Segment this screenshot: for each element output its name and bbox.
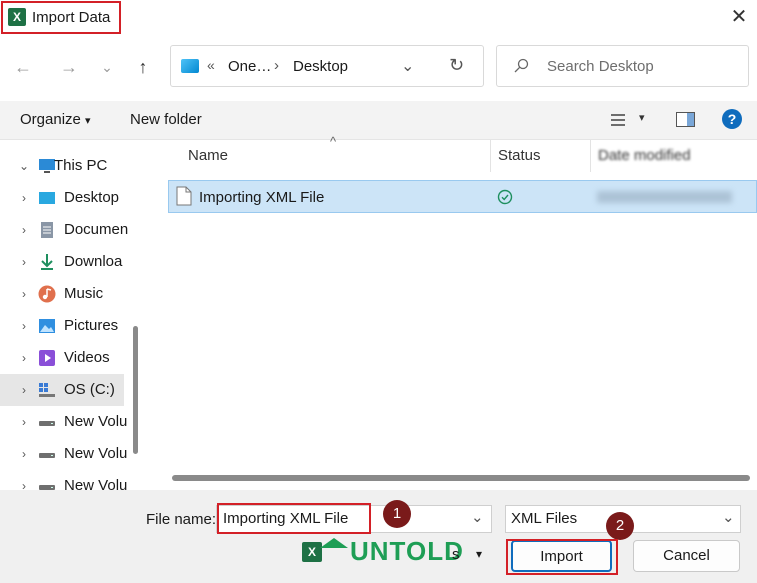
drive-icon (39, 421, 55, 426)
address-separator: › (274, 57, 279, 74)
step-badge-1: 1 (383, 500, 411, 528)
expand-chevron-icon[interactable]: › (18, 318, 30, 334)
expand-chevron-icon[interactable]: › (18, 446, 30, 462)
watermark-text: UNTOLD (350, 536, 464, 566)
recent-locations-button[interactable]: ⌄ (94, 54, 120, 80)
excel-logo-icon: X (302, 542, 322, 562)
column-header-status[interactable]: Status (498, 147, 541, 165)
download-icon (41, 254, 53, 270)
os-drive-icon (39, 383, 55, 397)
documents-icon (41, 222, 53, 238)
close-button[interactable]: ✕ (724, 4, 754, 30)
drive-icon (39, 453, 55, 458)
sidebar-item-os-c[interactable]: › OS (C:) (0, 374, 124, 406)
sidebar-item-new-volume-3[interactable]: › New Volu (0, 470, 140, 490)
sidebar-item-label: Downloa (64, 253, 123, 270)
drive-icon (39, 485, 55, 490)
expand-chevron-icon[interactable]: › (18, 382, 30, 398)
sidebar-item-label: New Volu (64, 477, 128, 490)
sidebar-item-new-volume-2[interactable]: › New Volu (0, 438, 140, 470)
videos-icon (39, 350, 55, 366)
sidebar-item-downloads[interactable]: › Downloa (0, 246, 140, 278)
organize-caret-icon: ▾ (85, 115, 91, 127)
synced-check-icon (497, 189, 513, 205)
expand-chevron-icon[interactable]: › (18, 190, 30, 206)
address-segment-onedrive[interactable]: One… (228, 58, 271, 75)
desktop-icon (39, 192, 55, 204)
address-overflow[interactable]: « (207, 57, 215, 73)
title-bar: X Import Data ✕ (0, 0, 757, 36)
column-header-name[interactable]: Name (188, 147, 228, 165)
sort-ascending-icon: ^ (330, 134, 337, 149)
refresh-icon[interactable]: ↻ (449, 55, 464, 76)
import-highlight-box (506, 539, 618, 575)
expand-chevron-icon[interactable]: › (18, 414, 30, 430)
sidebar-item-pictures[interactable]: › Pictures (0, 310, 140, 342)
address-bar[interactable]: « One… › Desktop ⌄ ↻ (170, 45, 484, 87)
sidebar-item-music[interactable]: › Music (0, 278, 140, 310)
desktop-folder-icon (181, 59, 199, 73)
watermark-logo: X UNTOLD (300, 534, 463, 570)
horizontal-scrollbar[interactable] (172, 475, 750, 481)
forward-button[interactable]: → (56, 54, 82, 80)
sidebar-item-label: Desktop (64, 189, 120, 206)
file-row[interactable]: Importing XML File (168, 180, 757, 213)
tools-caret-icon[interactable]: ▾ (476, 547, 482, 561)
file-type-dropdown-icon[interactable]: ⌄ (722, 508, 735, 526)
tools-label[interactable]: s (452, 546, 460, 563)
sidebar-item-label: OS (C:) (64, 381, 115, 398)
search-box[interactable]: Search Desktop (496, 45, 749, 87)
organize-button[interactable]: Organize ▾ (20, 111, 91, 130)
sidebar-item-label: Pictures (64, 317, 119, 334)
address-segment-desktop[interactable]: Desktop (293, 58, 348, 75)
collapse-chevron-icon[interactable]: ⌄ (18, 158, 30, 174)
sidebar-item-videos[interactable]: › Videos (0, 342, 140, 374)
graduation-cap-icon (320, 538, 348, 548)
expand-chevron-icon[interactable]: › (18, 286, 30, 302)
sidebar-item-label: Documen (64, 221, 129, 238)
command-bar: Organize ▾ New folder ▾ ? (0, 101, 757, 140)
expand-chevron-icon[interactable]: › (18, 478, 30, 490)
sidebar-item-desktop[interactable]: › Desktop (0, 182, 140, 214)
step-badge-2: 2 (606, 512, 634, 540)
column-header-date-modified[interactable]: Date modified (598, 147, 691, 165)
file-name-highlight-box (217, 503, 371, 534)
column-divider[interactable] (490, 140, 491, 172)
pictures-icon (39, 319, 55, 333)
sidebar-item-label: Videos (64, 349, 110, 366)
sidebar-item-label: New Volu (64, 445, 128, 462)
view-list-icon[interactable] (610, 113, 626, 127)
sidebar-item-new-volume-1[interactable]: › New Volu (0, 406, 140, 438)
file-name-dropdown-icon[interactable]: ⌄ (471, 508, 484, 526)
column-divider[interactable] (590, 140, 591, 172)
document-file-icon (176, 186, 192, 206)
blurred-date-cell (597, 191, 732, 203)
file-name-label: File name: (146, 511, 217, 528)
search-placeholder: Search Desktop (547, 58, 654, 75)
search-icon (514, 58, 529, 73)
sidebar-item-documents[interactable]: › Documen (0, 214, 140, 246)
preview-pane-icon[interactable] (676, 112, 695, 127)
sidebar-item-this-pc[interactable]: ⌄ This PC (0, 150, 140, 182)
expand-chevron-icon[interactable]: › (18, 350, 30, 366)
navigation-pane: ⌄ This PC › Desktop › Documen › Downloa … (0, 140, 145, 490)
help-icon[interactable]: ? (722, 109, 742, 129)
file-type-value: XML Files (511, 510, 578, 527)
organize-label: Organize (20, 111, 81, 128)
title-highlight-box (1, 1, 121, 34)
music-icon (38, 285, 56, 303)
sidebar-item-label: Music (64, 285, 104, 302)
cancel-button[interactable]: Cancel (633, 540, 740, 572)
new-folder-button[interactable]: New folder (130, 111, 202, 129)
sidebar-item-label: New Volu (64, 413, 128, 430)
back-button[interactable]: ← (10, 54, 36, 80)
expand-chevron-icon[interactable]: › (18, 254, 30, 270)
address-dropdown-icon[interactable]: ⌄ (401, 56, 414, 76)
sidebar-item-label: This PC (54, 157, 108, 174)
file-name-cell: Importing XML File (199, 189, 325, 206)
view-options-caret-icon[interactable]: ▾ (639, 111, 645, 124)
up-button[interactable]: ↑ (130, 54, 156, 80)
sidebar-scrollbar[interactable] (133, 326, 138, 454)
expand-chevron-icon[interactable]: › (18, 222, 30, 238)
